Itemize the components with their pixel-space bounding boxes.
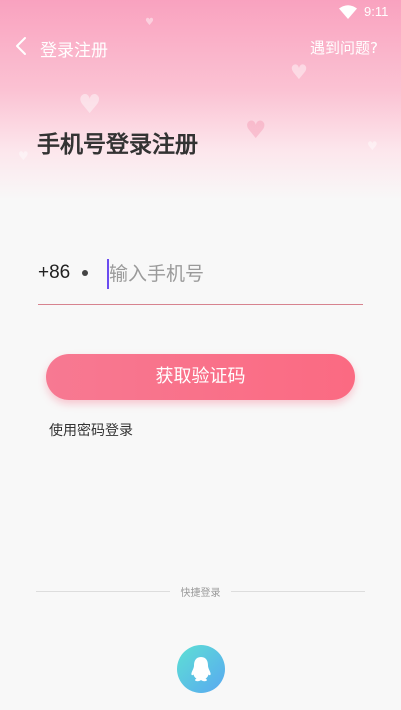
country-code-dot-icon	[82, 270, 88, 276]
phone-number-input[interactable]	[109, 258, 359, 290]
heart-decoration-icon: ♥	[245, 116, 267, 144]
heart-decoration-icon: ♥	[367, 139, 378, 153]
navigation-bar: 登录注册 遇到问题?	[0, 30, 401, 64]
wifi-icon	[339, 5, 357, 19]
status-time: 9:11	[364, 4, 389, 19]
heart-decoration-icon: ♥	[78, 90, 102, 120]
status-bar: 9:11	[0, 0, 401, 24]
qq-penguin-icon	[191, 657, 211, 682]
chevron-left-icon[interactable]	[10, 34, 34, 58]
country-code-selector[interactable]: +86	[38, 262, 70, 284]
get-verification-code-button[interactable]: 获取验证码	[46, 354, 355, 400]
help-link[interactable]: 遇到问题?	[310, 37, 378, 58]
divider-right	[231, 591, 365, 592]
page-title: 手机号登录注册	[37, 132, 198, 158]
divider-left	[36, 591, 170, 592]
quick-login-label: 快捷登录	[180, 588, 221, 599]
heart-decoration-icon: ♥	[290, 60, 308, 84]
password-login-link[interactable]: 使用密码登录	[49, 420, 133, 440]
heart-decoration-icon: ♥	[18, 149, 29, 163]
qq-login-button[interactable]	[177, 645, 225, 693]
phone-input-row: +86	[38, 250, 363, 305]
nav-title: 登录注册	[40, 41, 108, 61]
